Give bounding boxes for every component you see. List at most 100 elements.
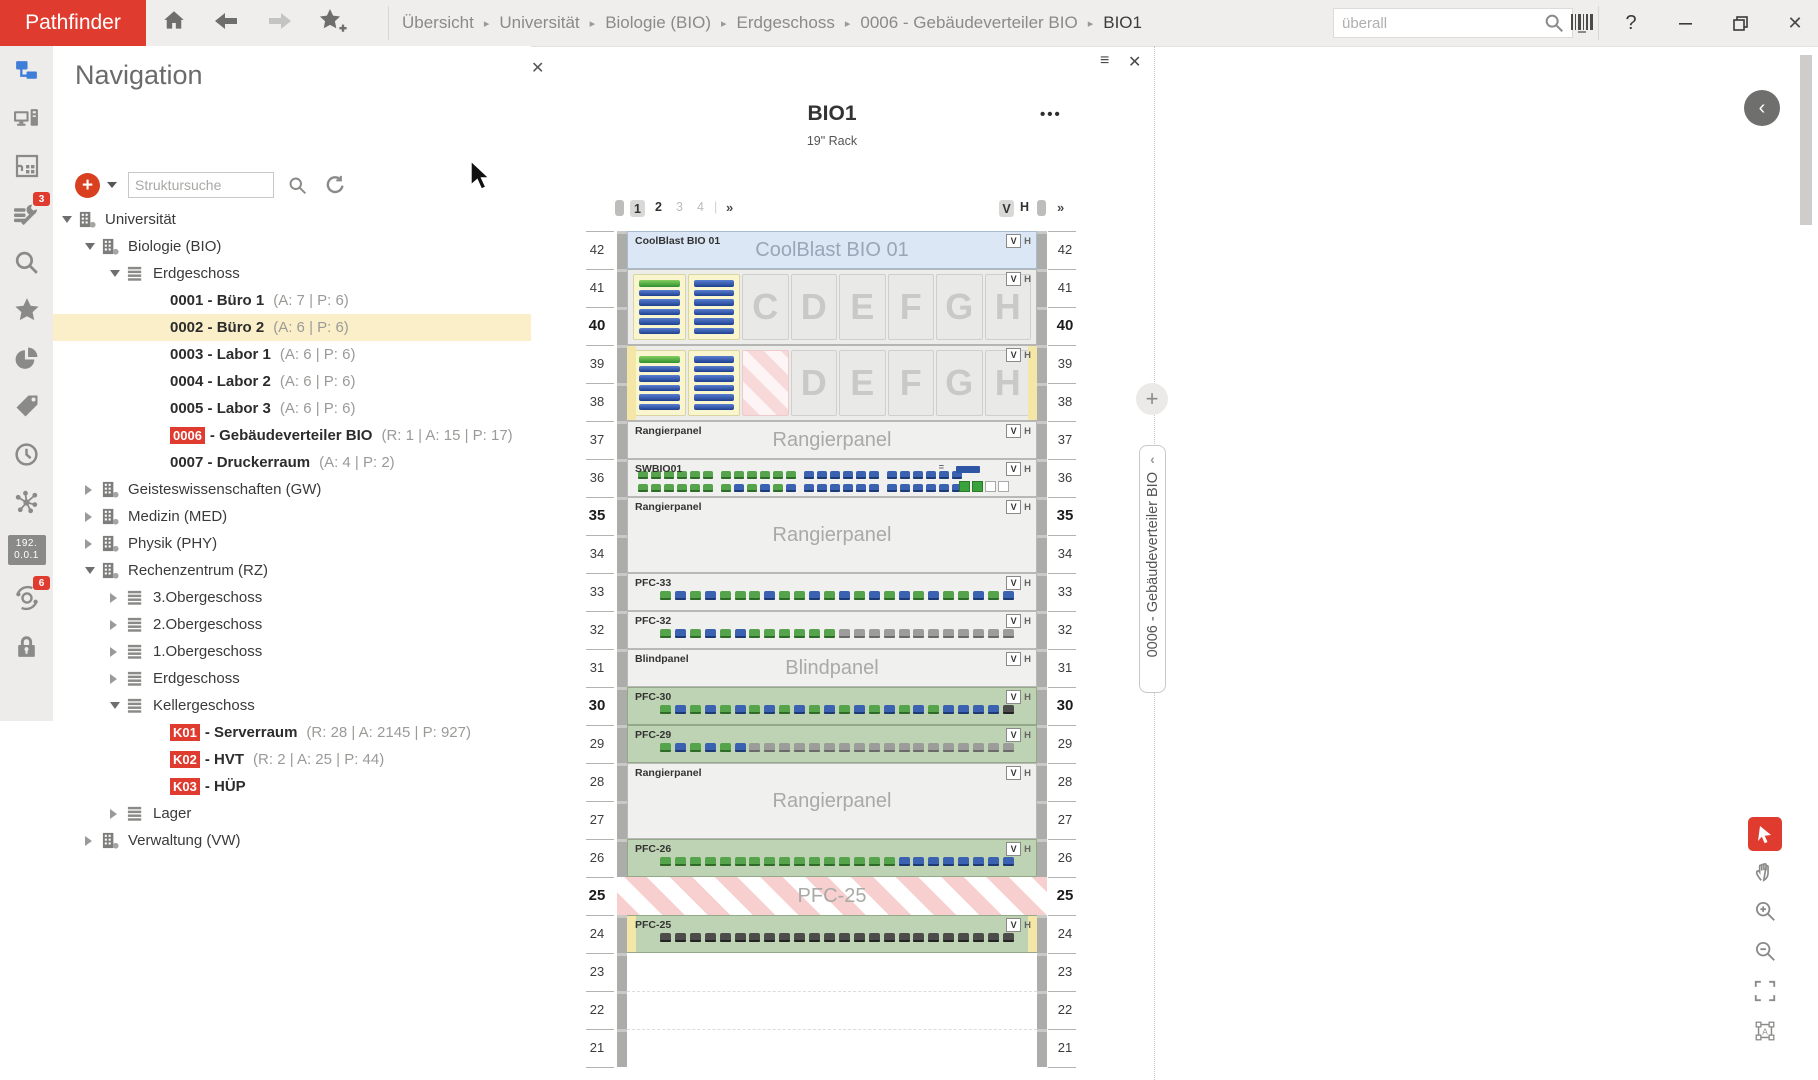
switch-port[interactable] bbox=[773, 484, 783, 492]
chassis-slot-reserved[interactable] bbox=[742, 350, 789, 416]
port[interactable] bbox=[973, 629, 984, 638]
port[interactable] bbox=[973, 705, 984, 714]
rack-window-close-button[interactable]: ✕ bbox=[1128, 52, 1141, 72]
port[interactable] bbox=[839, 743, 850, 752]
port[interactable] bbox=[839, 705, 850, 714]
switch-port[interactable] bbox=[913, 484, 923, 492]
orientation-v-button[interactable]: V bbox=[999, 200, 1014, 217]
port[interactable] bbox=[854, 591, 865, 600]
minimize-button[interactable] bbox=[1664, 0, 1708, 46]
expander-closed-icon[interactable] bbox=[85, 485, 92, 495]
port[interactable] bbox=[839, 591, 850, 600]
switch-port[interactable] bbox=[677, 484, 687, 492]
sidebar-item-navigation[interactable] bbox=[0, 46, 53, 94]
port[interactable] bbox=[690, 933, 701, 942]
port[interactable] bbox=[928, 591, 939, 600]
orientation-h-button[interactable]: H bbox=[1020, 200, 1029, 214]
rack-page-4[interactable]: 4 bbox=[693, 200, 708, 214]
port[interactable] bbox=[720, 933, 731, 942]
view-v-button[interactable]: V bbox=[1006, 576, 1021, 590]
view-h-button[interactable]: H bbox=[1024, 616, 1031, 627]
port[interactable] bbox=[809, 933, 820, 942]
switch-port[interactable] bbox=[900, 471, 910, 479]
port[interactable] bbox=[720, 857, 731, 866]
expander-open-icon[interactable] bbox=[62, 216, 72, 223]
view-h-button[interactable]: H bbox=[1024, 654, 1031, 665]
port[interactable] bbox=[854, 705, 865, 714]
tree-item[interactable]: Erdgeschoss bbox=[53, 665, 531, 692]
port[interactable] bbox=[660, 591, 671, 600]
port[interactable] bbox=[720, 591, 731, 600]
help-button[interactable]: ? bbox=[1614, 0, 1648, 46]
port[interactable] bbox=[690, 629, 701, 638]
port[interactable] bbox=[899, 591, 910, 600]
port[interactable] bbox=[705, 629, 716, 638]
sidebar-item-discovery[interactable]: 6 bbox=[0, 574, 53, 622]
port[interactable] bbox=[720, 743, 731, 752]
view-v-button[interactable]: V bbox=[1006, 728, 1021, 742]
port[interactable] bbox=[824, 705, 835, 714]
port[interactable] bbox=[973, 591, 984, 600]
port[interactable] bbox=[958, 857, 969, 866]
zoom-in-tool[interactable] bbox=[1752, 898, 1778, 924]
port[interactable] bbox=[675, 933, 686, 942]
pan-tool[interactable] bbox=[1752, 858, 1778, 884]
switch-port[interactable] bbox=[926, 484, 936, 492]
sidebar-item-workstation[interactable] bbox=[0, 94, 53, 142]
search-icon[interactable] bbox=[1543, 12, 1565, 34]
switch-port[interactable] bbox=[651, 484, 661, 492]
switch-port[interactable] bbox=[939, 484, 949, 492]
tree-item[interactable]: Medizin (MED) bbox=[53, 503, 531, 530]
tree-item[interactable]: Rechenzentrum (RZ) bbox=[53, 557, 531, 584]
chassis-slot-E[interactable]: E bbox=[839, 274, 886, 340]
switch-port[interactable] bbox=[747, 471, 757, 479]
port[interactable] bbox=[735, 857, 746, 866]
rack-page-1[interactable]: 1 bbox=[630, 200, 645, 217]
sidebar-item-reports[interactable] bbox=[0, 334, 53, 382]
switch-port[interactable] bbox=[830, 471, 840, 479]
switch-port[interactable] bbox=[747, 484, 757, 492]
sidebar-item-tags[interactable] bbox=[0, 382, 53, 430]
switch-port[interactable] bbox=[760, 471, 770, 479]
port[interactable] bbox=[928, 705, 939, 714]
rack-window-menu-button[interactable]: ≡ bbox=[1100, 52, 1109, 70]
view-v-button[interactable]: V bbox=[1006, 652, 1021, 666]
refresh-icon[interactable] bbox=[323, 174, 345, 196]
view-v-button[interactable]: V bbox=[1006, 424, 1021, 438]
expander-open-icon[interactable] bbox=[85, 243, 95, 250]
switch-port[interactable] bbox=[856, 471, 866, 479]
port[interactable] bbox=[913, 705, 924, 714]
port[interactable] bbox=[735, 629, 746, 638]
port[interactable] bbox=[824, 591, 835, 600]
tree-item[interactable]: 0001 - Büro 1(A: 7 | P: 6) bbox=[53, 287, 531, 314]
port[interactable] bbox=[869, 933, 880, 942]
rack-more-button[interactable]: » bbox=[1057, 200, 1064, 215]
port[interactable] bbox=[720, 705, 731, 714]
port[interactable] bbox=[675, 857, 686, 866]
port[interactable] bbox=[764, 629, 775, 638]
breadcrumb-item[interactable]: Universität bbox=[499, 13, 579, 33]
breadcrumb-item[interactable]: Erdgeschoss bbox=[737, 13, 835, 33]
port[interactable] bbox=[928, 629, 939, 638]
tree-item[interactable]: Lager bbox=[53, 800, 531, 827]
port[interactable] bbox=[705, 743, 716, 752]
port[interactable] bbox=[958, 705, 969, 714]
port[interactable] bbox=[779, 705, 790, 714]
switch-port[interactable] bbox=[869, 471, 879, 479]
port[interactable] bbox=[899, 857, 910, 866]
port[interactable] bbox=[735, 933, 746, 942]
port[interactable] bbox=[884, 857, 895, 866]
switch-port[interactable] bbox=[830, 484, 840, 492]
view-v-button[interactable]: V bbox=[1006, 234, 1021, 248]
port[interactable] bbox=[928, 857, 939, 866]
port[interactable] bbox=[869, 705, 880, 714]
switch-port[interactable] bbox=[760, 484, 770, 492]
view-h-button[interactable]: H bbox=[1024, 236, 1031, 247]
structure-search-icon[interactable] bbox=[287, 175, 308, 196]
port[interactable] bbox=[928, 743, 939, 752]
port[interactable] bbox=[764, 933, 775, 942]
port[interactable] bbox=[794, 591, 805, 600]
switch-port[interactable] bbox=[703, 484, 713, 492]
port[interactable] bbox=[690, 705, 701, 714]
sidebar-item-lock[interactable] bbox=[0, 622, 53, 670]
